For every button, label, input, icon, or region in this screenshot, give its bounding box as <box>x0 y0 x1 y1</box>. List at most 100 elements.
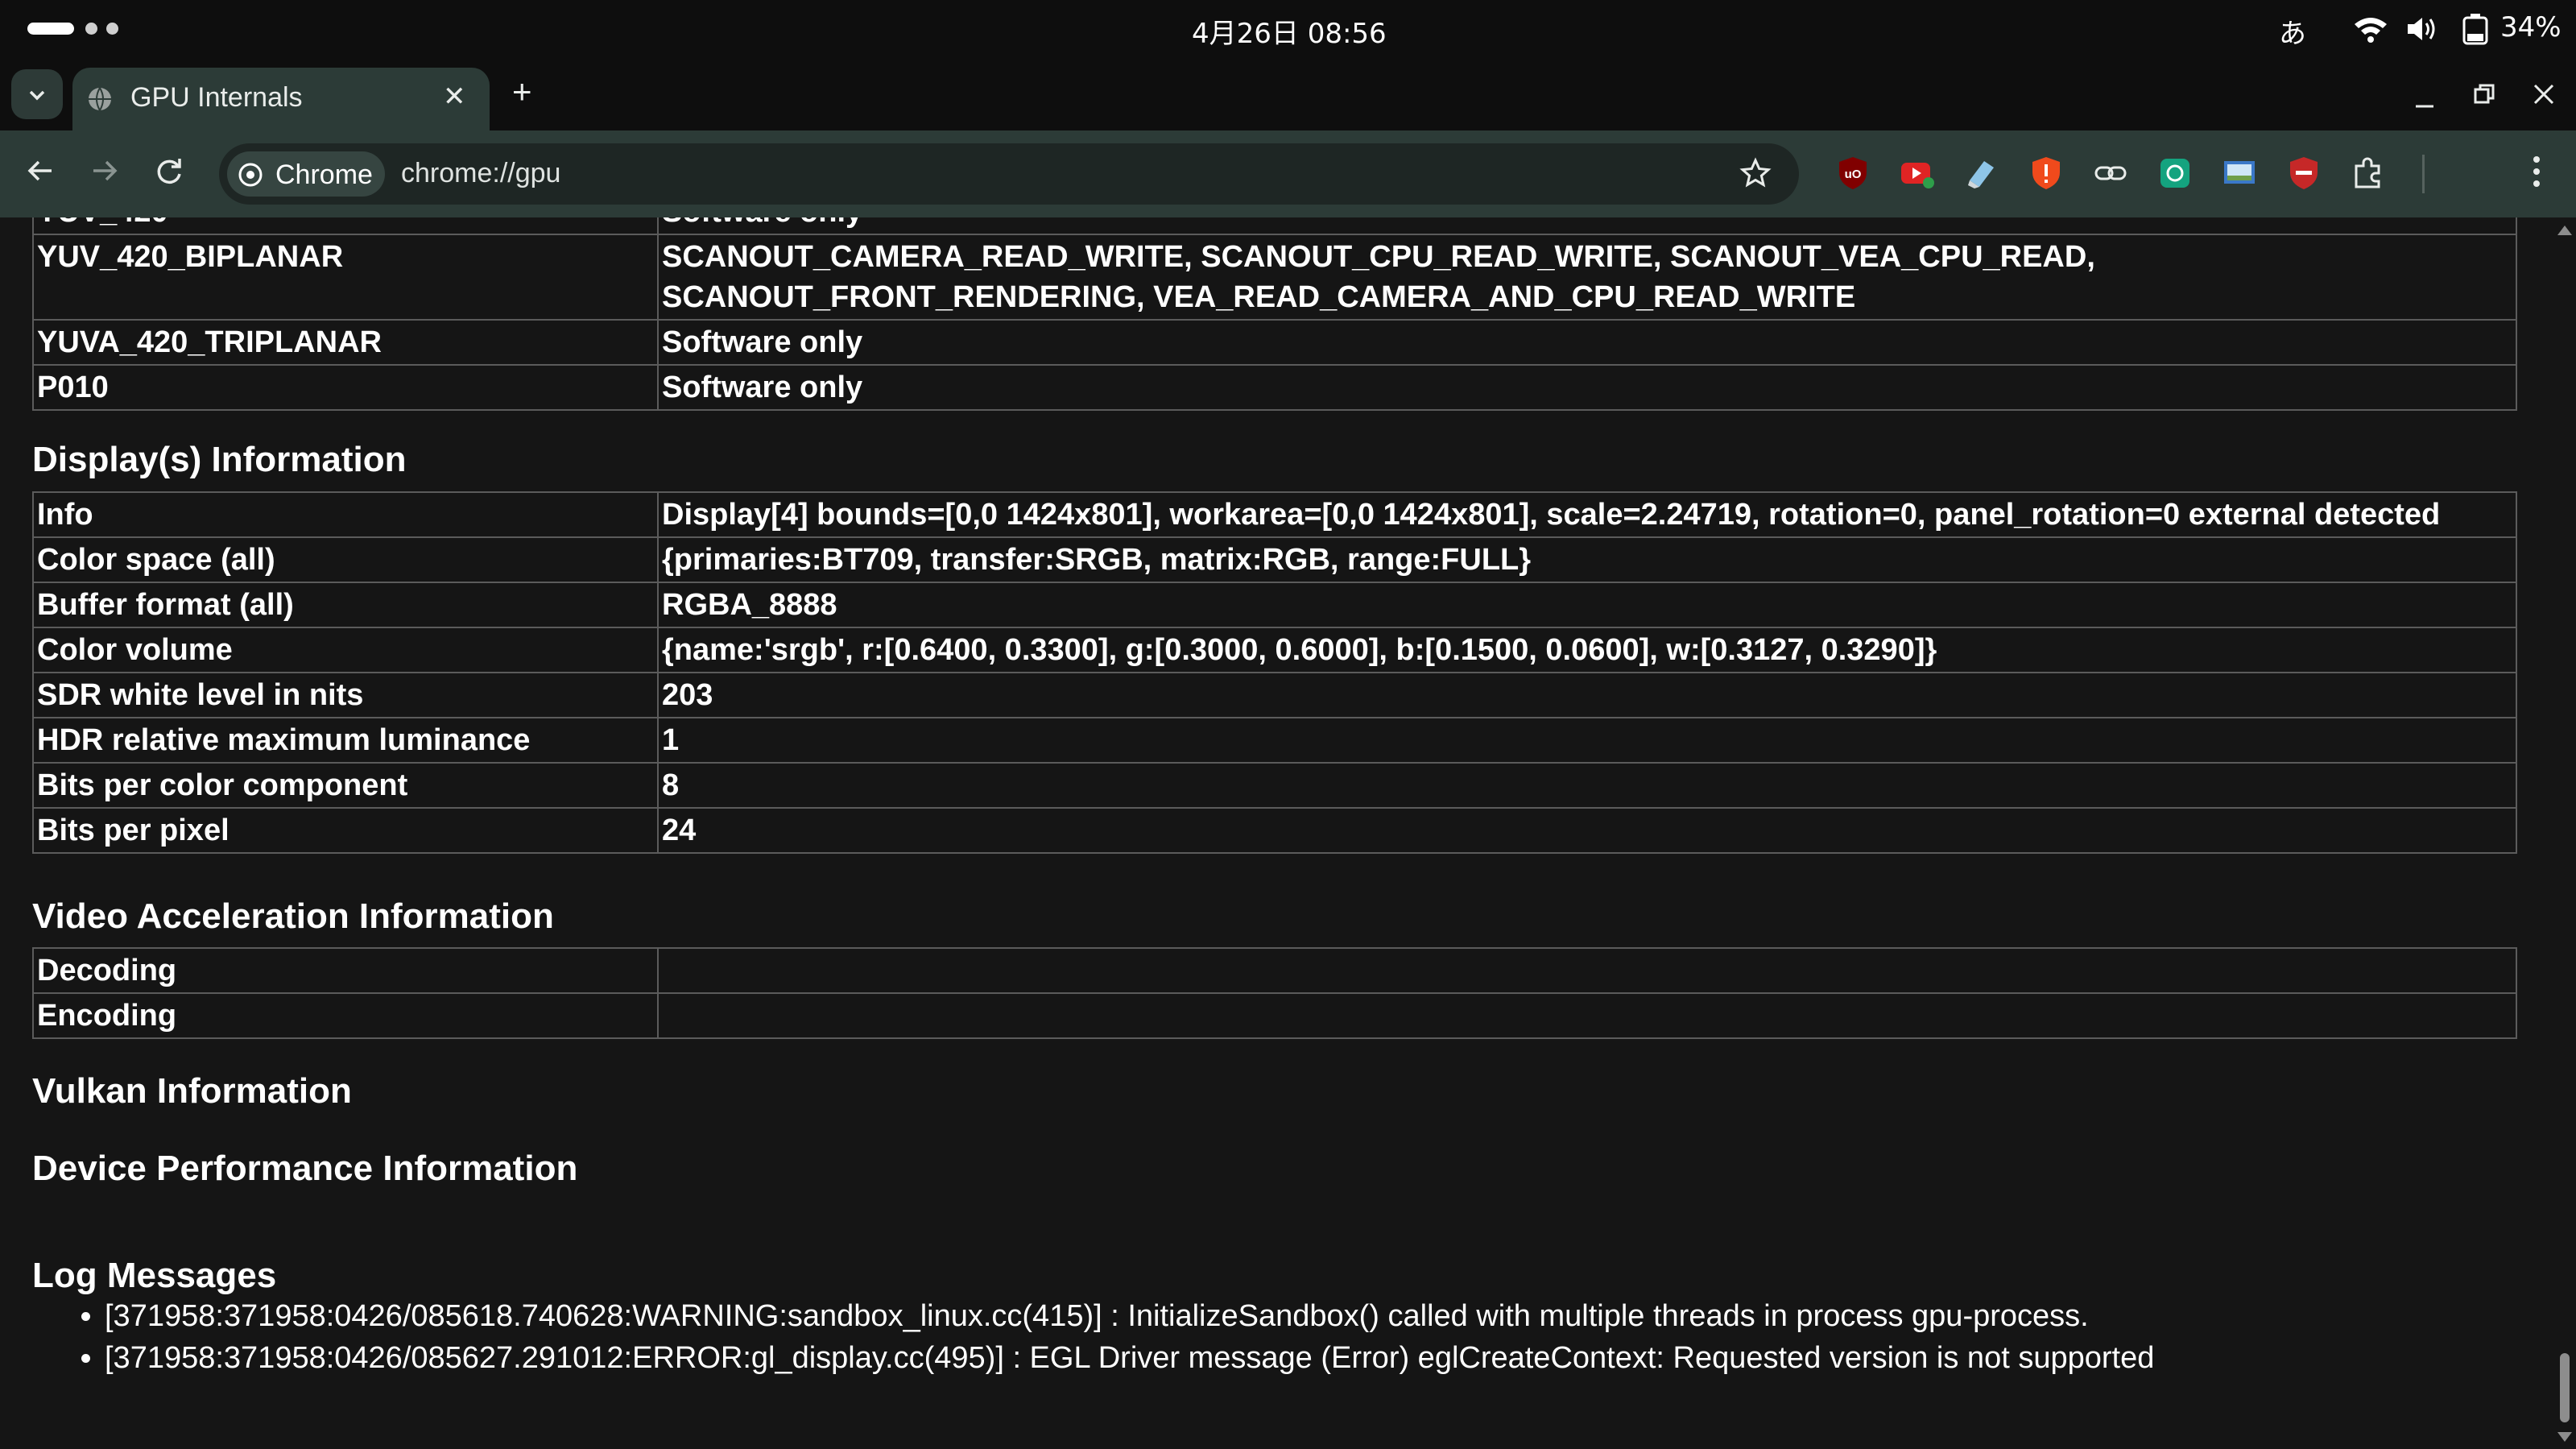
table-row: Bits per color component 8 <box>32 762 2517 809</box>
forward-icon[interactable] <box>89 155 121 187</box>
input-method-indicator[interactable]: あ <box>2279 11 2306 51</box>
chrome-logo-icon <box>238 163 263 187</box>
table-cell-value: Software only <box>657 319 2517 366</box>
log-messages-heading: Log Messages <box>32 1256 277 1295</box>
block-ext-icon[interactable] <box>2285 155 2322 192</box>
table-cell-value: 24 <box>657 807 2517 854</box>
back-icon[interactable] <box>24 155 56 187</box>
svg-text:uO: uO <box>1845 168 1862 181</box>
tab-search-button[interactable] <box>11 69 63 119</box>
table-cell-key: P010 <box>32 364 659 411</box>
tab-title: GPU Internals <box>130 82 303 113</box>
video-accel-heading: Video Acceleration Information <box>32 896 554 936</box>
wifi-icon[interactable] <box>2353 14 2388 43</box>
tab-strip: GPU Internals ✕ + <box>0 58 2576 130</box>
table-cell-key: SDR white level in nits <box>32 672 659 718</box>
table-cell-key: HDR relative maximum luminance <box>32 717 659 764</box>
vulkan-heading: Vulkan Information <box>32 1071 352 1111</box>
table-cell-value: 8 <box>657 762 2517 809</box>
display-info-table: Info Display[4] bounds=[0,0 1424x801], w… <box>32 491 2517 854</box>
table-cell-value: Software only <box>657 364 2517 411</box>
table-row: YUVA_420_TRIPLANAR Software only <box>32 319 2517 366</box>
scroll-up-arrow-icon[interactable] <box>2557 226 2572 235</box>
table-cell-key: Decoding <box>32 947 659 994</box>
log-message: [371958:371958:0426/085618.740628:WARNIN… <box>105 1295 2154 1337</box>
battery-icon[interactable] <box>2461 13 2490 45</box>
status-clock[interactable]: 4月26日 08:56 <box>1192 11 1387 51</box>
page-scrollbar[interactable] <box>2553 217 2576 1449</box>
buffer-formats-table: YUV_420 Software only YUV_420_BIPLANAR S… <box>32 217 2517 411</box>
chatgpt-ext-icon[interactable] <box>2156 155 2194 192</box>
workspace-indicator-active <box>27 23 74 35</box>
youtube-ext-icon[interactable] <box>1899 155 1936 192</box>
table-cell-value: 203 <box>657 672 2517 718</box>
extensions-puzzle-icon[interactable] <box>2350 155 2387 192</box>
table-cell-key: Buffer format (all) <box>32 582 659 628</box>
scroll-down-arrow-icon[interactable] <box>2557 1432 2572 1442</box>
shield-alert-ext-icon[interactable] <box>2028 155 2065 192</box>
browser-toolbar: Chrome chrome://gpu uO <box>0 130 2576 217</box>
reload-icon[interactable] <box>153 155 185 187</box>
table-cell-value: {name:'srgb', r:[0.6400, 0.3300], g:[0.3… <box>657 627 2517 673</box>
table-cell-key: YUV_420 <box>32 217 659 235</box>
table-cell-key: Info <box>32 491 659 538</box>
table-cell-key: Bits per color component <box>32 762 659 809</box>
log-message: [371958:371958:0426/085627.291012:ERROR:… <box>105 1337 2154 1379</box>
table-cell-value <box>657 947 2517 994</box>
table-row: YUV_420_BIPLANAR SCANOUT_CAMERA_READ_WRI… <box>32 234 2517 321</box>
table-cell-value: Software only <box>657 217 2517 235</box>
table-row: SDR white level in nits 203 <box>32 672 2517 718</box>
globe-icon <box>89 87 111 111</box>
system-status-bar: 4月26日 08:56 あ 34% <box>0 0 2576 58</box>
chevron-down-icon <box>29 90 45 101</box>
workspace-indicator-dot <box>85 23 97 35</box>
table-row: Decoding <box>32 947 2517 994</box>
device-performance-heading: Device Performance Information <box>32 1149 578 1188</box>
table-cell-value: 1 <box>657 717 2517 764</box>
display-info-heading: Display(s) Information <box>32 440 407 479</box>
video-accel-table: Decoding Encoding <box>32 947 2517 1039</box>
table-cell-key: YUV_420_BIPLANAR <box>32 234 659 321</box>
table-row: HDR relative maximum luminance 1 <box>32 717 2517 764</box>
table-cell-key: Bits per pixel <box>32 807 659 854</box>
link-ext-icon[interactable] <box>2092 155 2129 192</box>
url-text[interactable]: chrome://gpu <box>401 158 560 189</box>
table-cell-key: Color volume <box>32 627 659 673</box>
tab-gpu-internals[interactable]: GPU Internals ✕ <box>72 68 490 130</box>
table-row: Bits per pixel 24 <box>32 807 2517 854</box>
close-window-icon[interactable] <box>2532 82 2556 106</box>
eraser-ext-icon[interactable] <box>1963 155 2000 192</box>
screenshot-ext-icon[interactable] <box>2221 155 2258 192</box>
table-cell-key: YUVA_420_TRIPLANAR <box>32 319 659 366</box>
workspace-indicator-dot <box>106 23 118 35</box>
toolbar-separator <box>2422 155 2425 193</box>
table-cell-key: Encoding <box>32 992 659 1039</box>
table-row: Encoding <box>32 992 2517 1039</box>
ublock-icon[interactable]: uO <box>1834 155 1871 192</box>
table-row: Info Display[4] bounds=[0,0 1424x801], w… <box>32 491 2517 538</box>
restore-icon[interactable] <box>2472 82 2496 106</box>
table-row: Color volume {name:'srgb', r:[0.6400, 0.… <box>32 627 2517 673</box>
log-messages-list: [371958:371958:0426/085618.740628:WARNIN… <box>32 1295 2154 1379</box>
address-bar[interactable]: Chrome chrome://gpu <box>219 143 1799 205</box>
table-cell-value: {primaries:BT709, transfer:SRGB, matrix:… <box>657 536 2517 583</box>
new-tab-button[interactable]: + <box>512 72 532 111</box>
table-row: YUV_420 Software only <box>32 217 2517 235</box>
scrollbar-thumb[interactable] <box>2560 1353 2570 1422</box>
table-cell-value: SCANOUT_CAMERA_READ_WRITE, SCANOUT_CPU_R… <box>657 234 2517 321</box>
table-row: P010 Software only <box>32 364 2517 411</box>
table-cell-value: Display[4] bounds=[0,0 1424x801], workar… <box>657 491 2517 538</box>
battery-percentage: 34% <box>2500 11 2562 43</box>
bookmark-star-icon[interactable] <box>1739 157 1772 189</box>
table-row: Buffer format (all) RGBA_8888 <box>32 582 2517 628</box>
table-cell-value <box>657 992 2517 1039</box>
volume-icon[interactable] <box>2404 14 2438 43</box>
site-info-chip[interactable]: Chrome <box>227 151 385 197</box>
minimize-icon[interactable] <box>2413 87 2437 111</box>
table-row: Color space (all) {primaries:BT709, tran… <box>32 536 2517 583</box>
table-cell-value: RGBA_8888 <box>657 582 2517 628</box>
table-cell-key: Color space (all) <box>32 536 659 583</box>
more-menu-icon[interactable] <box>2528 153 2545 190</box>
site-chip-label: Chrome <box>275 159 373 190</box>
close-tab-icon[interactable]: ✕ <box>443 81 466 113</box>
